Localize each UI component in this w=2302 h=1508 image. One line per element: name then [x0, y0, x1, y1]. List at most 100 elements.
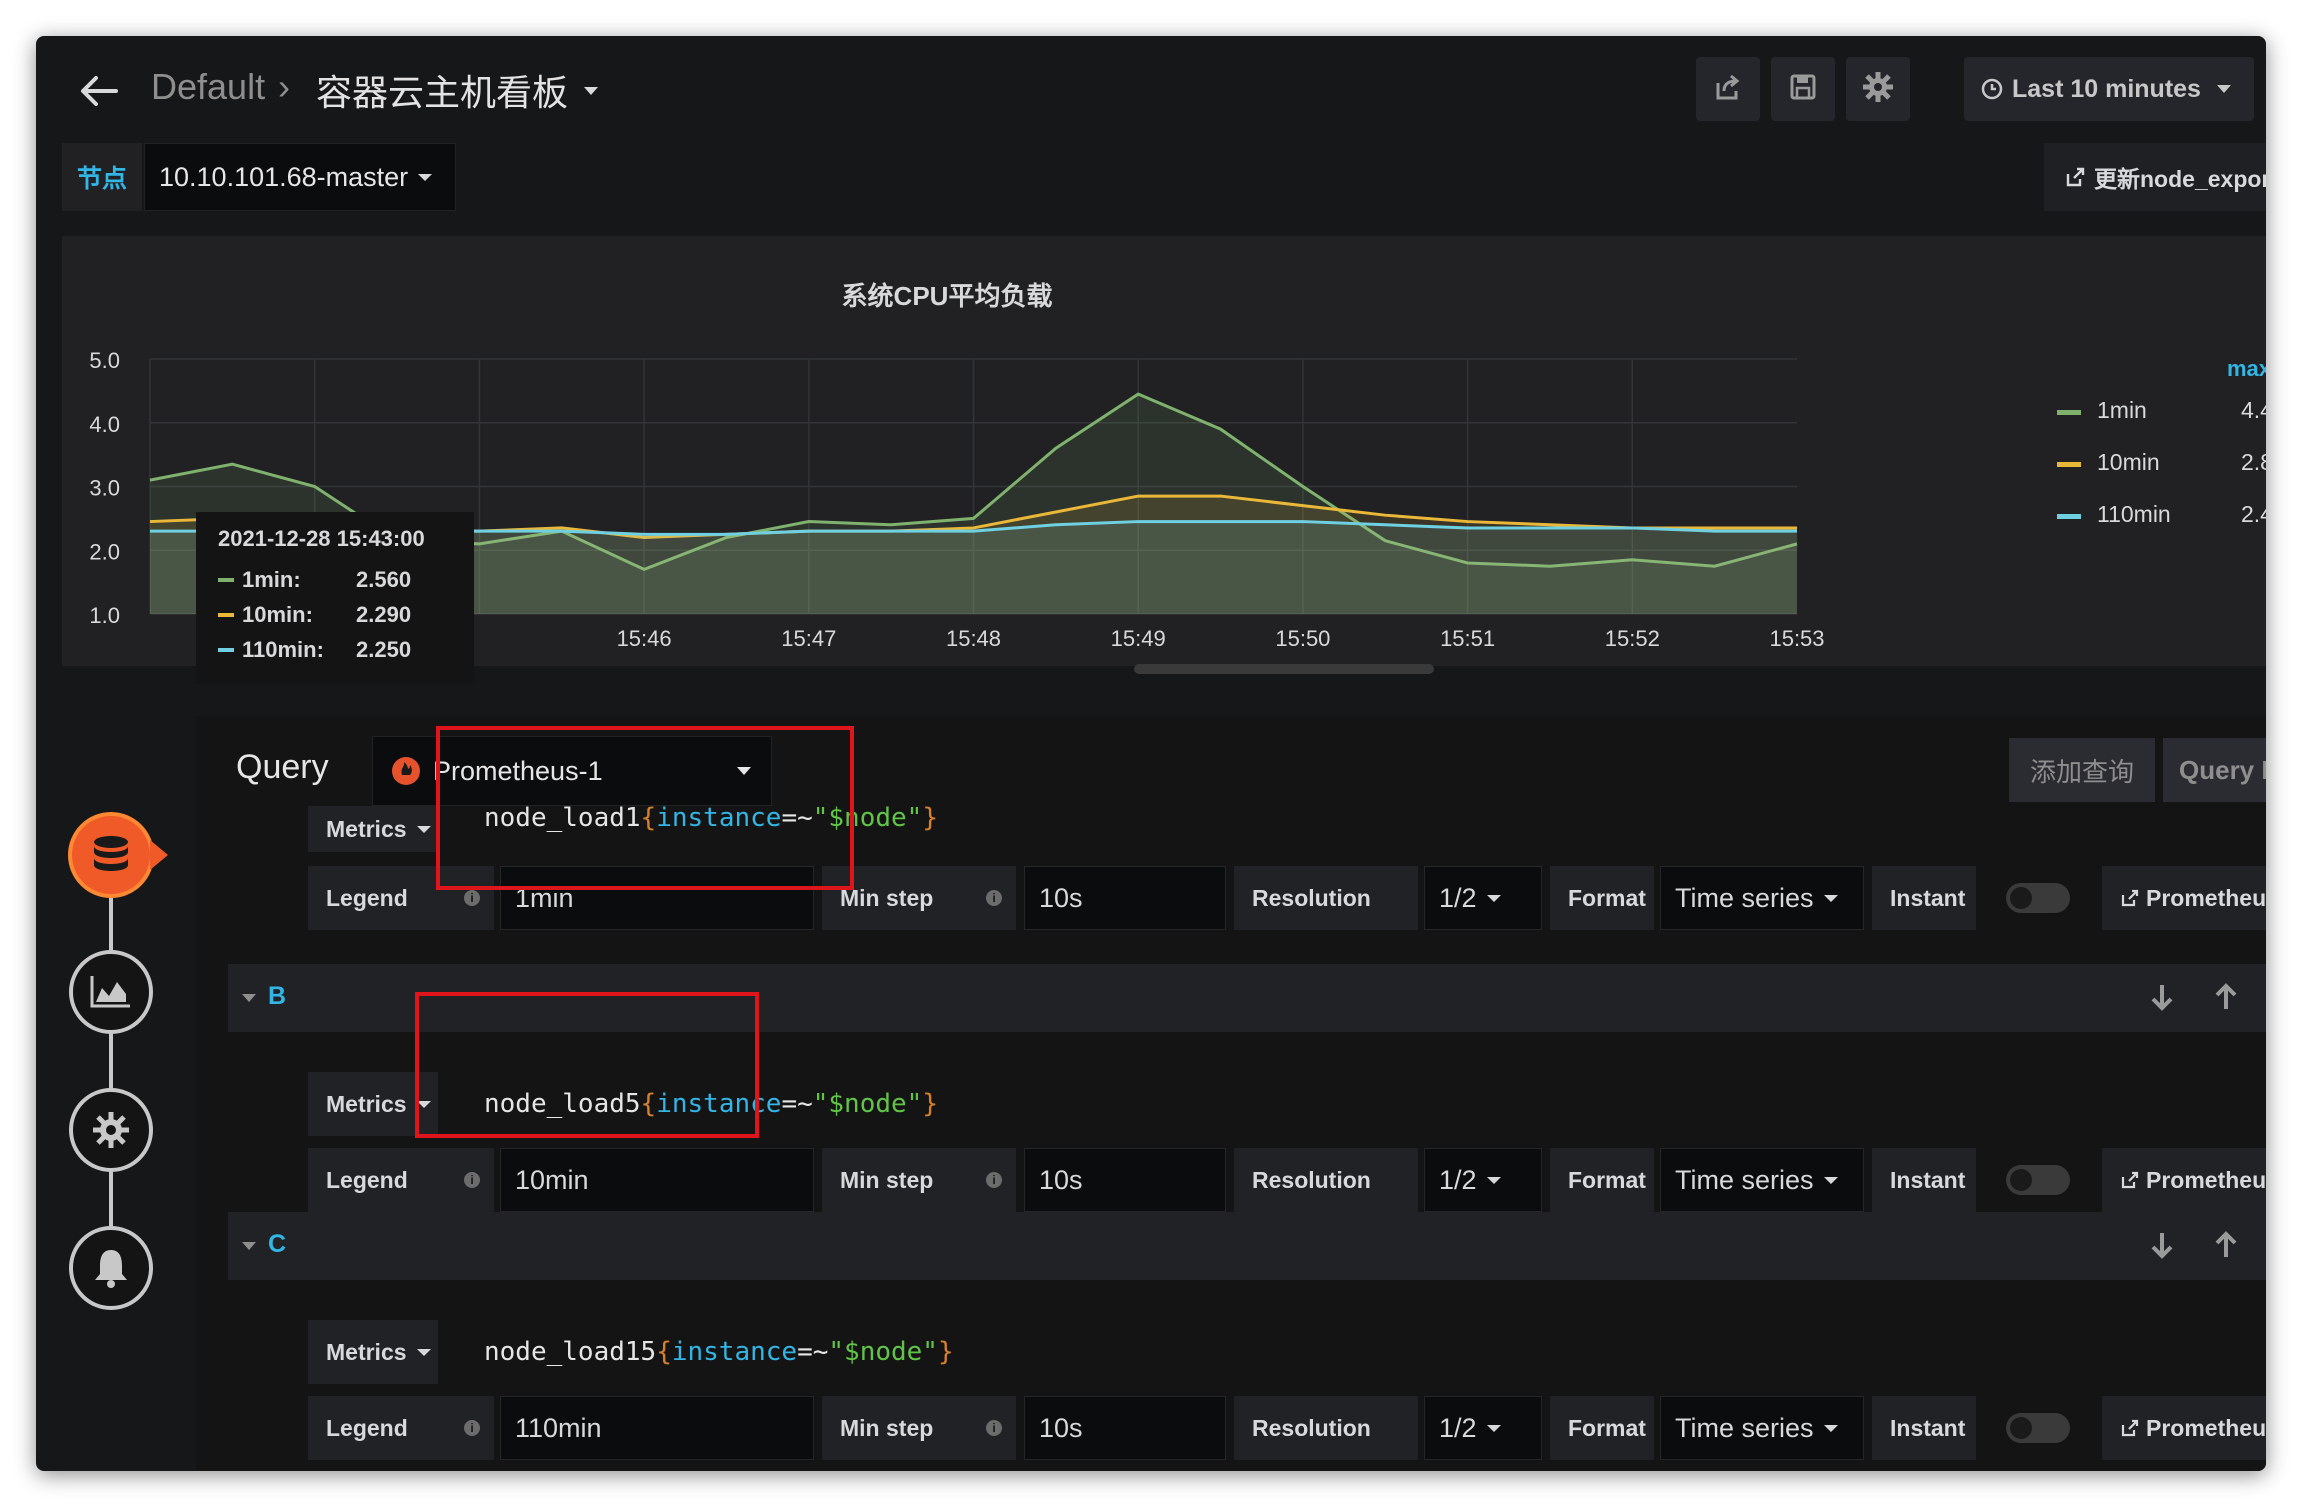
move-down-icon[interactable]	[2148, 1230, 2176, 1265]
chevron-down-icon	[1486, 1424, 1501, 1432]
legend-label-text: Legend	[326, 1414, 408, 1441]
query-row-header[interactable]: C	[228, 1212, 2266, 1280]
collapse-caret-icon[interactable]	[242, 1242, 256, 1250]
share-button[interactable]	[1696, 57, 1760, 121]
prometheus-link[interactable]: Prometheus	[2102, 1148, 2266, 1212]
chevron-down-icon[interactable]	[584, 87, 598, 95]
chevron-down-icon	[1823, 894, 1838, 902]
y-tick-label: 4.0	[89, 412, 120, 437]
legend-input[interactable]: 110min	[500, 1396, 814, 1460]
format-select[interactable]: Time series	[1660, 1396, 1864, 1460]
nav-queries[interactable]	[68, 812, 154, 898]
legend-max-header[interactable]: max	[2227, 356, 2266, 382]
info-icon[interactable]: i	[986, 890, 1002, 906]
dashboard-window: Default › 容器云主机看板 Last 10 minutes 节点 10.…	[36, 36, 2266, 1471]
info-icon[interactable]: i	[464, 1172, 480, 1188]
prometheus-link[interactable]: Prometheus	[2102, 1396, 2266, 1460]
legend-input[interactable]: 10min	[500, 1148, 814, 1212]
query-ref-id: B	[268, 982, 287, 1010]
nav-general[interactable]	[69, 1088, 153, 1172]
x-tick-label: 15:48	[946, 626, 1001, 651]
y-tick-label: 3.0	[89, 476, 120, 501]
x-tick-label: 15:53	[1769, 626, 1824, 651]
resolution-label: Resolution	[1234, 1148, 1418, 1212]
metrics-label: Metrics	[326, 815, 407, 842]
tooltip-series: 1min:	[242, 567, 301, 592]
dashboard-link-label: 更新node_expor	[2094, 166, 2266, 192]
back-icon[interactable]	[76, 68, 122, 114]
legend-label: Legend i	[308, 1396, 494, 1460]
prometheus-link-label: Prometheus	[2146, 1166, 2266, 1193]
settings-button[interactable]	[1846, 57, 1910, 121]
metrics-dropdown[interactable]: Metrics	[308, 806, 438, 852]
brace-close: }	[937, 1337, 954, 1367]
legend-item[interactable]: 10min 2.840	[2057, 443, 2266, 483]
min-step-input[interactable]: 10s	[1024, 1396, 1226, 1460]
metrics-label: Metrics	[326, 1338, 407, 1365]
instant-toggle[interactable]	[2006, 883, 2070, 913]
y-tick-label: 1.0	[89, 603, 120, 628]
label-value: "$node"	[828, 1337, 938, 1367]
chevron-down-icon	[418, 173, 433, 181]
panel-resize-handle[interactable]	[1134, 664, 1434, 674]
min-step-input[interactable]: 10s	[1024, 866, 1226, 930]
resolution-select[interactable]: 1/2	[1424, 1148, 1542, 1212]
info-icon[interactable]: i	[986, 1420, 1002, 1436]
breadcrumb-root[interactable]: Default	[151, 66, 265, 108]
time-range-label: Last 10 minutes	[2012, 74, 2201, 103]
prometheus-link-label: Prometheus	[2146, 884, 2266, 911]
nav-active-arrow	[150, 840, 168, 870]
min-step-label-text: Min step	[840, 1166, 934, 1193]
instant-toggle-wrap	[1982, 1148, 2096, 1212]
nav-visualization[interactable]	[69, 950, 153, 1034]
info-icon[interactable]: i	[464, 890, 480, 906]
collapse-caret-icon[interactable]	[242, 994, 256, 1002]
area-chart-icon	[88, 972, 134, 1012]
instant-toggle[interactable]	[2006, 1165, 2070, 1195]
time-range-picker[interactable]: Last 10 minutes	[1964, 57, 2254, 121]
instant-toggle-wrap	[1982, 1396, 2096, 1460]
dashboard-link-update[interactable]: 更新node_expor	[2044, 143, 2266, 211]
resolution-select[interactable]: 1/2	[1424, 1396, 1542, 1460]
move-up-icon[interactable]	[2212, 982, 2240, 1017]
clock-icon	[1980, 77, 2004, 101]
external-link-icon	[2120, 1170, 2140, 1190]
min-step-input[interactable]: 10s	[1024, 1148, 1226, 1212]
legend-label-text: Legend	[326, 884, 408, 911]
info-icon[interactable]: i	[986, 1172, 1002, 1188]
dashboard-title[interactable]: 容器云主机看板	[316, 64, 568, 116]
info-icon[interactable]: i	[464, 1420, 480, 1436]
legend-max-value: 2.840	[2241, 449, 2266, 475]
database-icon	[88, 832, 134, 878]
x-tick-label: 15:50	[1275, 626, 1330, 651]
metrics-dropdown[interactable]: Metrics	[308, 1320, 438, 1384]
query-expression[interactable]: node_load15{instance=~"$node"}	[484, 1337, 954, 1367]
legend-name: 110min	[2097, 501, 2171, 527]
variable-select-node[interactable]: 10.10.101.68-master	[144, 143, 456, 211]
nav-alert[interactable]	[69, 1226, 153, 1310]
query-title: Query	[236, 748, 329, 786]
tooltip-series: 110min:	[242, 637, 324, 662]
legend-item[interactable]: 110min 2.460	[2057, 495, 2266, 535]
tooltip-swatch	[218, 578, 234, 582]
prometheus-link[interactable]: Prometheus	[2102, 866, 2266, 930]
format-select[interactable]: Time series	[1660, 866, 1864, 930]
query-ref-id: C	[268, 1230, 287, 1258]
x-tick-label: 15:49	[1111, 626, 1166, 651]
save-button[interactable]	[1771, 57, 1835, 121]
instant-toggle-wrap	[1982, 866, 2096, 930]
resolution-value: 1/2	[1439, 882, 1477, 913]
chevron-down-icon	[1486, 894, 1501, 902]
move-up-icon[interactable]	[2212, 1230, 2240, 1265]
resolution-select[interactable]: 1/2	[1424, 866, 1542, 930]
save-icon	[1788, 72, 1818, 107]
instant-toggle[interactable]	[2006, 1413, 2070, 1443]
legend-label-text: Legend	[326, 1166, 408, 1193]
format-select[interactable]: Time series	[1660, 1148, 1864, 1212]
tooltip-swatch	[218, 613, 234, 617]
legend-item[interactable]: 1min 4.450	[2057, 391, 2266, 431]
query-inspector-button[interactable]: Query I	[2163, 738, 2266, 802]
move-down-icon[interactable]	[2148, 982, 2176, 1017]
x-tick-label: 15:52	[1605, 626, 1660, 651]
add-query-button[interactable]: 添加查询	[2009, 738, 2155, 802]
